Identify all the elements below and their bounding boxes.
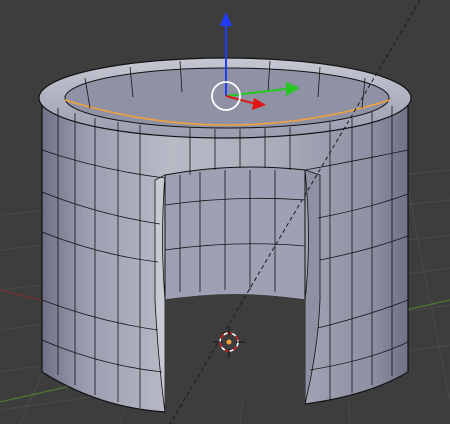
3d-viewport[interactable] — [0, 0, 450, 424]
z-axis-handle[interactable] — [220, 12, 232, 26]
viewport-canvas[interactable] — [0, 0, 450, 424]
